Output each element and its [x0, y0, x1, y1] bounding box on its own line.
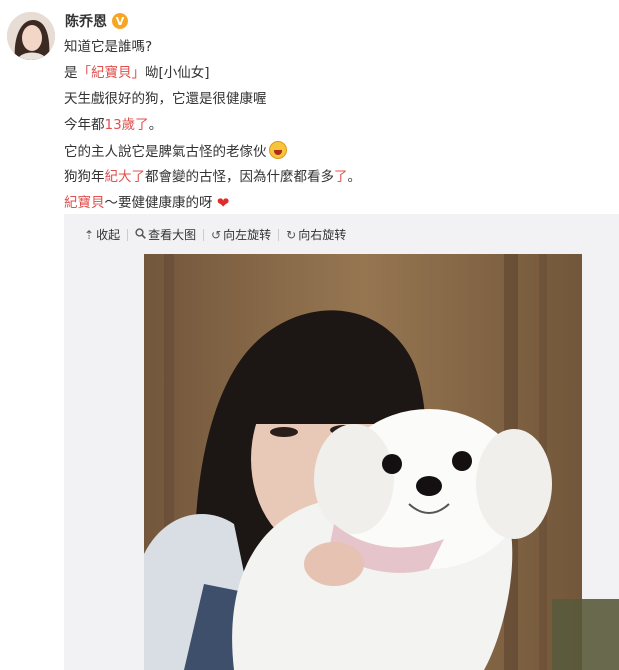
divider — [127, 228, 129, 241]
rotate-left-button[interactable]: ↺ 向左旋转 — [211, 226, 271, 243]
magnifier-icon — [135, 227, 146, 242]
view-large-button[interactable]: 查看大图 — [135, 226, 196, 243]
media-panel: ⇡ 收起 查看大图 ↺ 向左旋转 ↻ 向右旋转 — [64, 214, 619, 670]
rotate-right-button[interactable]: ↻ 向右旋转 — [286, 226, 346, 243]
collapse-button[interactable]: ⇡ 收起 — [84, 226, 120, 243]
hashtag-link[interactable]: 紀寶貝 — [64, 195, 105, 211]
divider — [203, 228, 205, 241]
media-toolbar: ⇡ 收起 查看大图 ↺ 向左旋转 ↻ 向右旋转 — [84, 226, 346, 243]
post-text: 知道它是誰嗎? 是「紀寶貝」呦[小仙女] 天生戲很好的狗，它還是很健康喔 今年都… — [64, 37, 604, 219]
rotate-right-icon: ↻ — [286, 227, 297, 242]
corner-block — [552, 599, 619, 670]
laugh-emoji-icon — [268, 141, 287, 159]
verified-badge-icon: V — [112, 13, 128, 29]
username-text[interactable]: 陈乔恩 — [65, 11, 107, 31]
post-line: 天生戲很好的狗，它還是很健康喔 — [64, 91, 267, 107]
divider — [278, 228, 280, 241]
post-photo[interactable] — [144, 254, 582, 670]
post-line: 今年都13歲了。 — [64, 117, 163, 133]
post-line: 它的主人說它是脾氣古怪的老傢伙 — [64, 141, 604, 167]
post-line: 知道它是誰嗎? — [64, 39, 153, 55]
collapse-arrow-icon: ⇡ — [84, 227, 95, 242]
post-line: 狗狗年紀大了都會變的古怪，因為什麼都看多了。 — [64, 169, 361, 185]
rotate-left-icon: ↺ — [211, 227, 222, 242]
hashtag-link[interactable]: 「紀寶貝」 — [78, 65, 146, 81]
username[interactable]: 陈乔恩 V — [65, 11, 128, 31]
avatar[interactable] — [7, 12, 55, 60]
heart-icon: ❤ — [216, 194, 230, 212]
post-line: 是「紀寶貝」呦[小仙女] — [64, 65, 210, 81]
